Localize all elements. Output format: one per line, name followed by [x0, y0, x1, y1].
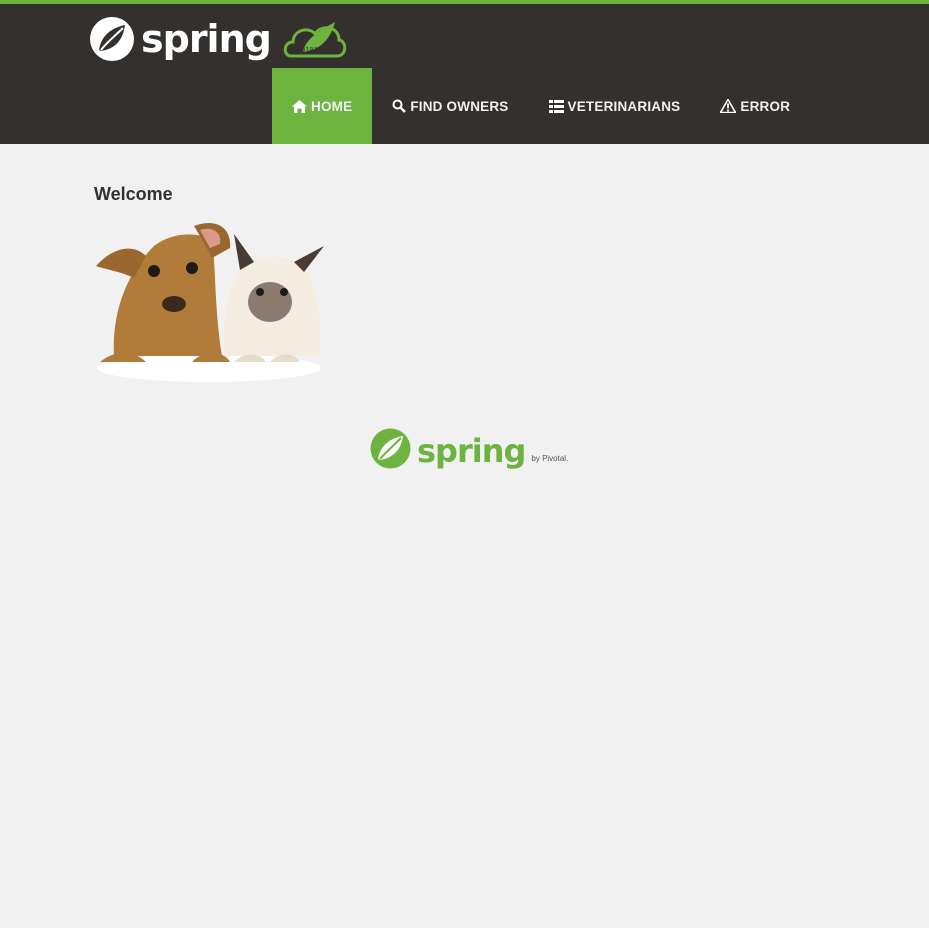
nav-veterinarians[interactable]: VETERINARIANS — [529, 68, 701, 144]
brand-text: spring — [141, 17, 272, 61]
nav-veterinarians-label: VETERINARIANS — [567, 98, 681, 114]
page-title: Welcome — [94, 184, 173, 204]
nav-error-label: ERROR — [740, 98, 791, 114]
svg-text:01011: 01011 — [301, 46, 322, 54]
nav-home-label: HOME — [311, 98, 353, 114]
pets-image — [96, 222, 324, 382]
nav-error[interactable]: ERROR — [700, 68, 810, 144]
warning-icon — [720, 99, 737, 113]
top-navbar: spring 01011 HOME FIND OWNERS VETERINARI… — [0, 0, 929, 144]
main-nav: HOME FIND OWNERS VETERINARIANS ERROR — [272, 68, 810, 144]
nav-home[interactable]: HOME — [272, 68, 373, 144]
nav-find-owners-label: FIND OWNERS — [410, 98, 509, 114]
home-icon — [292, 99, 307, 113]
spring-leaf-icon — [370, 428, 411, 469]
footer-brand-text: spring — [417, 432, 526, 470]
footer-by-pivotal: by Pivotal. — [531, 454, 569, 463]
cloud-leaf-icon: 01011 — [283, 22, 347, 58]
nav-find-owners[interactable]: FIND OWNERS — [372, 68, 528, 144]
brand-logo[interactable]: spring 01011 — [89, 15, 347, 63]
spring-leaf-icon — [90, 17, 134, 61]
footer-logo: spring by Pivotal. — [370, 428, 568, 469]
search-icon — [392, 99, 407, 113]
list-icon — [548, 99, 564, 113]
